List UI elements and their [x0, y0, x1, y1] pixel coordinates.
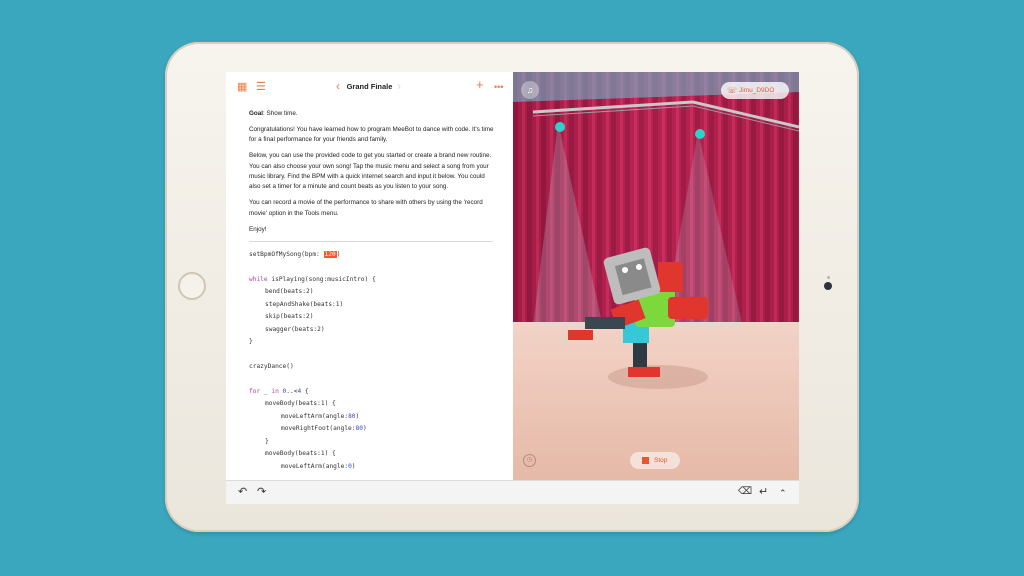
goal-label: Goal — [249, 110, 263, 117]
code-line[interactable]: moveRightFoot(angle:80) — [281, 424, 367, 434]
device-connection-button[interactable]: ☏ Jimu_D9DO — [721, 82, 789, 99]
code-line[interactable]: swagger(beats:2) — [265, 325, 325, 335]
code-line[interactable]: setBpmOfMySong(bpm: 120) — [249, 250, 340, 260]
code-line[interactable]: stepAndShake(beats:1) — [265, 300, 343, 310]
phone-link-icon: ☏ — [727, 86, 738, 95]
bpm-value-token[interactable]: 120 — [323, 251, 337, 258]
goal-paragraph: Goal: Show time. — [249, 109, 494, 119]
chevron-right-icon[interactable]: › — [397, 80, 401, 92]
code-line[interactable]: moveLeftArm(angle:80) — [281, 412, 359, 422]
code-line[interactable]: moveBody(beats:1) { — [265, 449, 336, 459]
paragraph-4: Enjoy! — [249, 225, 267, 233]
spotlight — [695, 129, 705, 139]
code-line[interactable]: } — [265, 437, 269, 447]
paragraph-3: You can record a movie of the performanc… — [249, 199, 483, 217]
stop-icon — [642, 457, 649, 464]
code-line[interactable]: crazyDance() — [249, 362, 294, 372]
code-line[interactable]: skip(beats:2) — [265, 312, 313, 322]
code-line[interactable]: moveBody(beats:1) { — [265, 399, 336, 409]
camera — [824, 282, 832, 290]
plus-icon[interactable]: + — [476, 78, 484, 91]
stop-button[interactable]: Stop — [630, 452, 680, 469]
return-icon[interactable]: ↵ — [759, 486, 768, 498]
device-name: Jimu_D9DO — [739, 87, 775, 94]
page-title: Grand Finale — [346, 82, 393, 91]
ipad-screen: ▦ ☰ Grand Finale ‹ › + ••• Goal: Show ti… — [226, 72, 799, 504]
stop-label: Stop — [654, 457, 668, 464]
backspace-icon[interactable]: ⌫ — [738, 486, 752, 498]
bottom-toolbar: ↶ ↷ ⌫ ↵ ⌃ — [226, 480, 799, 504]
code-editor-pane: ▦ ☰ Grand Finale ‹ › + ••• Goal: Show ti… — [226, 72, 513, 480]
code-line[interactable]: for _ in 0..<4 { — [249, 387, 309, 397]
chevron-left-icon[interactable]: ‹ — [336, 80, 340, 92]
home-button[interactable] — [178, 272, 206, 300]
speedometer-icon[interactable]: ◷ — [523, 454, 536, 467]
editor-header: ▦ ☰ Grand Finale ‹ › + ••• — [226, 72, 513, 102]
code-line[interactable]: while isPlaying(song:musicIntro) { — [249, 275, 376, 285]
paragraph-1: Congratulations! You have learned how to… — [249, 125, 494, 144]
divider — [249, 241, 493, 242]
redo-icon[interactable]: ↷ — [257, 486, 266, 498]
chevron-up-icon[interactable]: ⌃ — [779, 487, 787, 499]
stage-scene — [513, 72, 799, 480]
music-note-icon[interactable]: ♫ — [521, 81, 539, 99]
code-line[interactable]: moveLeftArm(angle:0) — [281, 462, 356, 472]
light-sensor — [827, 276, 830, 279]
spotlight — [555, 122, 565, 132]
code-line[interactable]: bend(beats:2) — [265, 287, 313, 297]
lesson-text: Goal: Show time. Congratulations! You ha… — [249, 109, 494, 241]
live-view-stage[interactable]: ♫ ☏ Jimu_D9DO ◷ Stop — [513, 72, 799, 480]
code-line[interactable]: } — [249, 337, 253, 347]
paragraph-2: Below, you can use the provided code to … — [249, 152, 492, 191]
more-icon[interactable]: ••• — [494, 81, 503, 93]
undo-icon[interactable]: ↶ — [238, 486, 247, 498]
goal-text: : Show time. — [263, 110, 298, 117]
